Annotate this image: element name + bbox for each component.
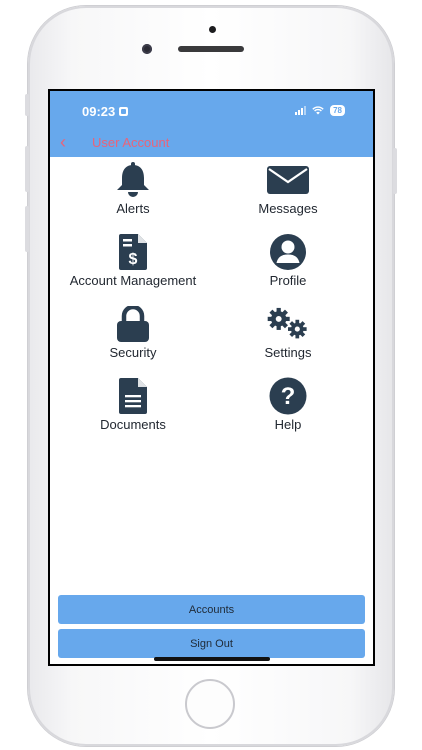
- svg-text:?: ?: [281, 383, 296, 410]
- header-bar: 09:23 78 ‹ User Account: [50, 91, 373, 157]
- menu-item-label: Messages: [258, 201, 318, 216]
- camera-dot: [209, 26, 216, 33]
- user-circle-icon: [266, 233, 310, 271]
- home-button[interactable]: [185, 679, 235, 729]
- question-circle-icon: ?: [266, 377, 310, 415]
- volume-up-button[interactable]: [25, 146, 29, 192]
- menu-item-label: Security: [109, 345, 157, 360]
- status-time-label: 09:23: [82, 104, 116, 119]
- volume-down-button[interactable]: [25, 206, 29, 252]
- menu-item-label: Help: [274, 417, 302, 432]
- home-indicator: [154, 657, 270, 661]
- contact-icon: [119, 107, 129, 116]
- status-time: 09:23: [82, 104, 129, 119]
- menu-item-label: Settings: [264, 345, 312, 360]
- lock-icon: [111, 305, 155, 343]
- menu-item-messages[interactable]: Messages: [208, 161, 368, 223]
- power-button[interactable]: [393, 148, 397, 194]
- gears-icon: [266, 305, 310, 343]
- menu-item-settings[interactable]: Settings: [208, 305, 368, 367]
- wifi-icon: [312, 106, 324, 115]
- menu-item-security[interactable]: Security: [53, 305, 213, 367]
- menu-item-label: Documents: [100, 417, 166, 432]
- page-title: User Account: [92, 135, 170, 150]
- status-indicators: 78: [295, 105, 345, 116]
- svg-text:$: $: [129, 251, 138, 268]
- battery-indicator: 78: [330, 105, 345, 116]
- menu-item-help[interactable]: ? Help: [208, 377, 368, 439]
- accounts-button[interactable]: Accounts: [58, 595, 365, 624]
- menu-item-profile[interactable]: Profile: [208, 233, 368, 295]
- menu-item-label: Alerts: [116, 201, 150, 216]
- invoice-dollar-icon: $: [111, 233, 155, 271]
- front-camera-icon: [142, 44, 152, 54]
- speaker-grille: [178, 46, 244, 52]
- menu-item-label: Account Management: [69, 273, 197, 288]
- sign-out-button[interactable]: Sign Out: [58, 629, 365, 658]
- mute-switch[interactable]: [25, 94, 29, 116]
- bell-icon: [111, 161, 155, 199]
- menu-item-label: Profile: [269, 273, 307, 288]
- back-chevron-icon[interactable]: ‹: [60, 133, 66, 151]
- menu-item-account-management[interactable]: $ Account Management: [53, 233, 213, 295]
- signal-icon: [295, 106, 307, 115]
- menu-item-alerts[interactable]: Alerts: [53, 161, 213, 223]
- envelope-icon: [266, 161, 310, 199]
- app-screen: 09:23 78 ‹ User Account Alerts Messages …: [48, 89, 375, 666]
- menu-item-documents[interactable]: Documents: [53, 377, 213, 439]
- document-icon: [111, 377, 155, 415]
